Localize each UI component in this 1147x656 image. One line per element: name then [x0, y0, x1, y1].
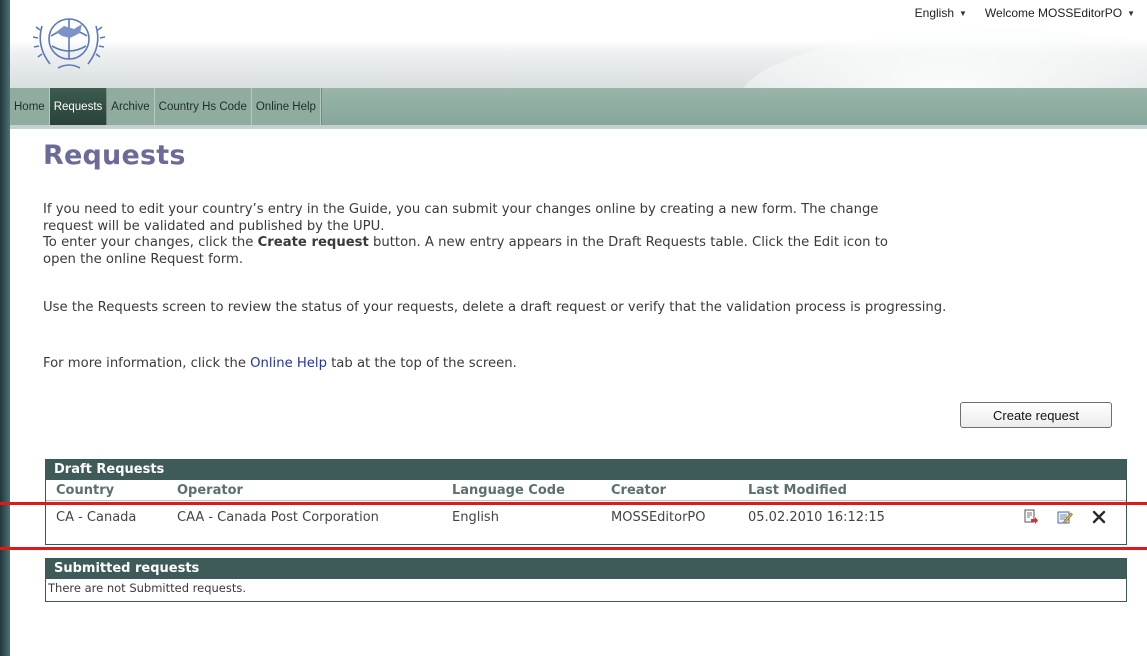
col-last-modified: Last Modified — [748, 483, 847, 498]
draft-requests-header: Draft Requests — [46, 460, 1126, 480]
main-content: Requests If you need to edit your countr… — [43, 140, 1123, 371]
annotation-line-top — [0, 502, 1147, 505]
col-operator: Operator — [177, 483, 243, 498]
delete-icon[interactable] — [1090, 508, 1108, 526]
top-user-bar: English ▼ Welcome MOSSEditorPO ▼ — [915, 6, 1135, 20]
help-pre: For more information, click the — [43, 356, 251, 371]
annotation-line-bottom — [0, 547, 1147, 550]
online-help-link[interactable]: Online Help — [250, 356, 327, 371]
submitted-requests-panel: Submitted requests There are not Submitt… — [45, 558, 1127, 602]
tab-requests[interactable]: Requests — [49, 88, 108, 125]
submitted-requests-header: Submitted requests — [46, 559, 1126, 579]
help-post: tab at the top of the screen. — [326, 356, 517, 371]
tab-country-hs-code[interactable]: Country Hs Code — [155, 88, 252, 125]
tab-online-help[interactable]: Online Help — [252, 88, 321, 125]
header-swoosh — [740, 30, 1147, 88]
instructions-line-2: open the online Request form. — [43, 251, 244, 267]
cell-language: English — [452, 510, 499, 525]
tab-archive[interactable]: Archive — [107, 88, 155, 125]
instructions-pre: To enter your changes, click the — [43, 235, 258, 250]
edit-icon[interactable] — [1056, 508, 1074, 526]
page: English ▼ Welcome MOSSEditorPO ▼ Home Re… — [10, 0, 1147, 656]
nav-tabs: Home Requests Archive Country Hs Code On… — [10, 88, 322, 125]
user-menu-dropdown[interactable]: Welcome MOSSEditorPO ▼ — [985, 6, 1135, 20]
cell-operator: CAA - Canada Post Corporation — [177, 510, 379, 525]
status-text: Use the Requests screen to review the st… — [43, 300, 947, 315]
instructions-post: button. A new entry appears in the Draft… — [368, 235, 888, 250]
table-row: CA - Canada CAA - Canada Post Corporatio… — [46, 501, 1126, 535]
chevron-down-icon: ▼ — [1127, 8, 1135, 18]
help-text: For more information, click the Online H… — [43, 356, 1103, 373]
col-creator: Creator — [611, 483, 667, 498]
chevron-down-icon: ▼ — [959, 8, 967, 18]
draft-table-header: Country Operator Language Code Creator L… — [46, 480, 1126, 501]
row-actions — [1022, 508, 1108, 526]
cell-last-modified: 05.02.2010 16:12:15 — [748, 510, 885, 525]
header: English ▼ Welcome MOSSEditorPO ▼ — [10, 0, 1147, 88]
language-label: English — [914, 6, 954, 20]
create-request-button[interactable]: Create request — [960, 402, 1112, 428]
intro-line-1: If you need to edit your country’s entry… — [43, 202, 879, 217]
page-title: Requests — [43, 140, 186, 171]
upu-logo — [32, 18, 106, 69]
cell-country: CA - Canada — [56, 510, 137, 525]
left-frame-bar — [0, 0, 10, 656]
intro-line-2: request will be validated and published … — [43, 218, 385, 234]
welcome-label: Welcome MOSSEditorPO — [984, 6, 1123, 20]
language-dropdown[interactable]: English ▼ — [915, 6, 967, 20]
intro-text: If you need to edit your country’s entry… — [43, 202, 1103, 268]
col-language-code: Language Code — [452, 483, 565, 498]
main-nav: Home Requests Archive Country Hs Code On… — [10, 88, 1147, 129]
col-country: Country — [56, 483, 115, 498]
instructions-bold: Create request — [257, 235, 369, 250]
cell-creator: MOSSEditorPO — [611, 510, 706, 525]
submit-icon[interactable] — [1022, 508, 1040, 526]
instructions-line-1: To enter your changes, click the Create … — [43, 235, 1103, 252]
submitted-empty-message: There are not Submitted requests. — [48, 581, 247, 595]
tab-home[interactable]: Home — [10, 88, 50, 125]
